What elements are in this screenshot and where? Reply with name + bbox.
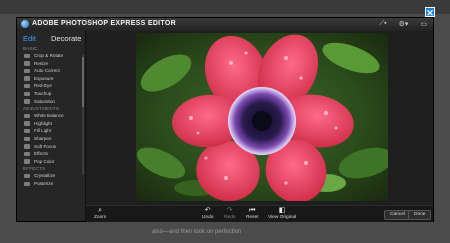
sidebar-item-label: White Balance: [34, 113, 64, 119]
bottom-toolbar: ⌕ Zoom ↶ Undo ↷ Redo ⏮ Reset ◧ View Orig…: [86, 205, 433, 222]
sidebar-item-white-balance[interactable]: White Balance: [17, 112, 85, 120]
sidebar-item-label: Posterize: [34, 180, 54, 186]
sidebar-item-highlight[interactable]: Highlight: [17, 120, 85, 128]
sidebar-item-label: Fill Light: [34, 128, 52, 134]
zoom-label: Zoom: [94, 215, 107, 220]
sidebar-item-label: Highlight: [34, 120, 52, 126]
sidebar-item-saturation[interactable]: Saturation: [17, 98, 85, 106]
zoom-icon: ⌕: [98, 207, 103, 214]
sidebar-item-crystallize[interactable]: Crystallize: [17, 172, 85, 180]
reset-button[interactable]: ⏮ Reset: [246, 207, 259, 220]
effects-icon: [24, 151, 30, 157]
titlebar: ADOBE PHOTOSHOP EXPRESS EDITOR ⟋▪ ⚙▾ ▭: [17, 18, 433, 32]
app-title: ADOBE PHOTOSHOP EXPRESS EDITOR: [32, 20, 176, 27]
sidebar-item-posterize[interactable]: Posterize: [17, 180, 85, 188]
view-original-button[interactable]: ◧ View Original: [268, 207, 296, 220]
gear-icon[interactable]: ⚙▾: [399, 20, 409, 28]
reset-label: Reset: [246, 215, 259, 220]
sidebar-item-fill-light[interactable]: Fill Light: [17, 127, 85, 135]
sidebar-item-label: Resize: [34, 60, 49, 66]
sidebar-item-effects[interactable]: Effects: [17, 150, 85, 158]
brush-icon: [24, 91, 30, 96]
crop-icon[interactable]: ⟋▪: [379, 20, 386, 28]
sidebar-item-resize[interactable]: Resize: [17, 60, 85, 68]
sidebar-item-label: Pop Color: [34, 158, 55, 164]
sidebar-item-label: Exposure: [34, 75, 54, 81]
sidebar-item-label: Touchup: [34, 90, 52, 96]
editor-window: ADOBE PHOTOSHOP EXPRESS EDITOR ⟋▪ ⚙▾ ▭ E…: [16, 17, 434, 222]
backdrop-text: also—and then look on perfection: [152, 228, 241, 236]
zoom-button[interactable]: ⌕ Zoom: [94, 207, 106, 220]
sidebar-item-label: Sharpen: [34, 135, 52, 141]
crystal-icon: [24, 173, 30, 179]
backdrop-strip: [0, 0, 450, 14]
sidebar-item-label: Soft Focus: [34, 143, 56, 149]
focus-icon: [24, 144, 30, 149]
scroll-thumb[interactable]: [82, 57, 84, 107]
view-original-label: View Original: [268, 215, 297, 220]
section-adjustments: ADJUSTMENTS: [23, 106, 60, 112]
color-icon: [24, 159, 30, 164]
window-icon[interactable]: ▭: [420, 20, 427, 28]
sidebar: Edit Decorate BASIC Crop & Rotate Resize…: [17, 31, 86, 221]
cancel-button[interactable]: Cancel: [384, 210, 411, 220]
sidebar-item-touchup[interactable]: Touchup: [17, 90, 85, 98]
sidebar-item-label: Auto Correct: [34, 68, 60, 74]
backdrop-text-line: also—and then look on perfection: [152, 229, 242, 235]
sidebar-item-label: Saturation: [34, 98, 55, 104]
undo-icon: ↶: [204, 207, 211, 214]
view-original-icon: ◧: [278, 207, 286, 214]
sidebar-item-auto-correct[interactable]: Auto Correct: [17, 67, 85, 75]
sidebar-item-crop[interactable]: Crop & Rotate: [17, 52, 85, 60]
sidebar-item-label: Red-Eye: [34, 83, 52, 89]
section-effects: EFFECTS: [23, 166, 46, 172]
sidebar-scrollbar[interactable]: [82, 55, 84, 175]
crop-icon: [24, 53, 30, 58]
highlight-icon: [24, 121, 30, 126]
sharpen-icon: [24, 136, 30, 141]
tab-edit[interactable]: Edit: [23, 34, 36, 43]
sidebar-item-sharpen[interactable]: Sharpen: [17, 135, 85, 143]
section-basic: BASIC: [23, 46, 38, 51]
tab-decorate[interactable]: Decorate: [51, 34, 81, 43]
wand-icon: [24, 68, 30, 74]
sidebar-item-soft-focus[interactable]: Soft Focus: [17, 143, 85, 151]
redo-button[interactable]: ↷ Redo: [224, 207, 235, 220]
canvas-area: [86, 31, 433, 205]
sidebar-item-label: Crystallize: [34, 173, 56, 179]
exposure-icon: [24, 76, 30, 81]
saturation-icon: [24, 99, 30, 104]
resize-icon: [24, 61, 30, 66]
sidebar-item-red-eye[interactable]: Red-Eye: [17, 82, 85, 90]
app-logo-icon: [21, 20, 29, 28]
poster-icon: [24, 181, 30, 186]
light-icon: [24, 128, 30, 134]
undo-label: Undo: [202, 215, 214, 220]
photo-canvas[interactable]: [136, 33, 388, 201]
undo-button[interactable]: ↶ Undo: [202, 207, 213, 220]
eye-icon: [24, 83, 30, 89]
close-overlay-button[interactable]: ✕: [425, 7, 435, 18]
sidebar-item-label: Crop & Rotate: [34, 53, 64, 58]
flower-photo: [136, 33, 388, 201]
redo-label: Redo: [224, 215, 236, 220]
balance-icon: [24, 113, 30, 119]
redo-icon: ↷: [226, 207, 233, 214]
sidebar-item-exposure[interactable]: Exposure: [17, 75, 85, 83]
reset-icon: ⏮: [249, 207, 256, 214]
done-button[interactable]: Done: [408, 210, 432, 220]
sidebar-item-label: Effects: [34, 151, 48, 157]
sidebar-item-pop-color[interactable]: Pop Color: [17, 158, 85, 166]
